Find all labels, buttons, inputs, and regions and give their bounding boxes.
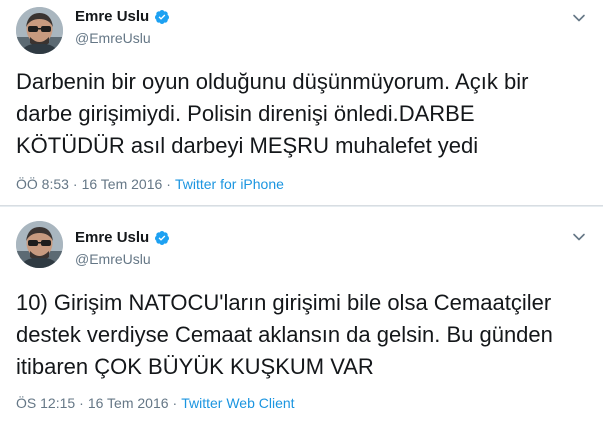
avatar[interactable] xyxy=(16,7,63,54)
tweet-card[interactable]: Emre Uslu @EmreUslu 10) Girişim NATOCU'l… xyxy=(0,206,603,422)
chevron-down-icon[interactable] xyxy=(571,10,587,26)
tweet-date[interactable]: 16 Tem 2016 xyxy=(88,395,169,411)
avatar-image xyxy=(16,221,63,268)
tweet-text: 10) Girişim NATOCU'ların girişimi bile o… xyxy=(16,290,553,379)
tweet-meta: ÖÖ 8:53 · 16 Tem 2016 · Twitter for iPho… xyxy=(16,176,284,192)
meta-separator: · xyxy=(79,395,84,411)
verified-badge-icon xyxy=(155,230,170,245)
name-row: Emre Uslu xyxy=(75,229,170,246)
meta-separator: · xyxy=(172,395,178,411)
meta-separator: · xyxy=(72,176,78,192)
tweet-feed: Emre Uslu @EmreUslu Darbenin bir oyun ol… xyxy=(0,0,603,422)
chevron-down-icon[interactable] xyxy=(571,229,587,245)
tweet-card[interactable]: Emre Uslu @EmreUslu Darbenin bir oyun ol… xyxy=(0,0,603,206)
name-row: Emre Uslu xyxy=(75,8,170,25)
tweet-time[interactable]: ÖS 12:15 xyxy=(16,395,75,411)
display-name[interactable]: Emre Uslu xyxy=(75,8,149,25)
handle[interactable]: @EmreUslu xyxy=(75,30,151,46)
tweet-meta: ÖS 12:15 · 16 Tem 2016 · Twitter Web Cli… xyxy=(16,395,295,411)
tweet-source-link[interactable]: Twitter for iPhone xyxy=(175,176,284,192)
tweet-text: Darbenin bir oyun olduğunu düşünmüyorum.… xyxy=(16,69,529,158)
display-name[interactable]: Emre Uslu xyxy=(75,229,149,246)
avatar[interactable] xyxy=(16,221,63,268)
verified-badge-icon xyxy=(155,9,170,24)
tweet-time[interactable]: ÖÖ 8:53 xyxy=(16,176,69,192)
avatar-image xyxy=(16,7,63,54)
meta-separator: · xyxy=(166,176,171,192)
tweet-source-link[interactable]: Twitter Web Client xyxy=(181,395,294,411)
handle[interactable]: @EmreUslu xyxy=(75,251,151,267)
tweet-date[interactable]: 16 Tem 2016 xyxy=(82,176,163,192)
